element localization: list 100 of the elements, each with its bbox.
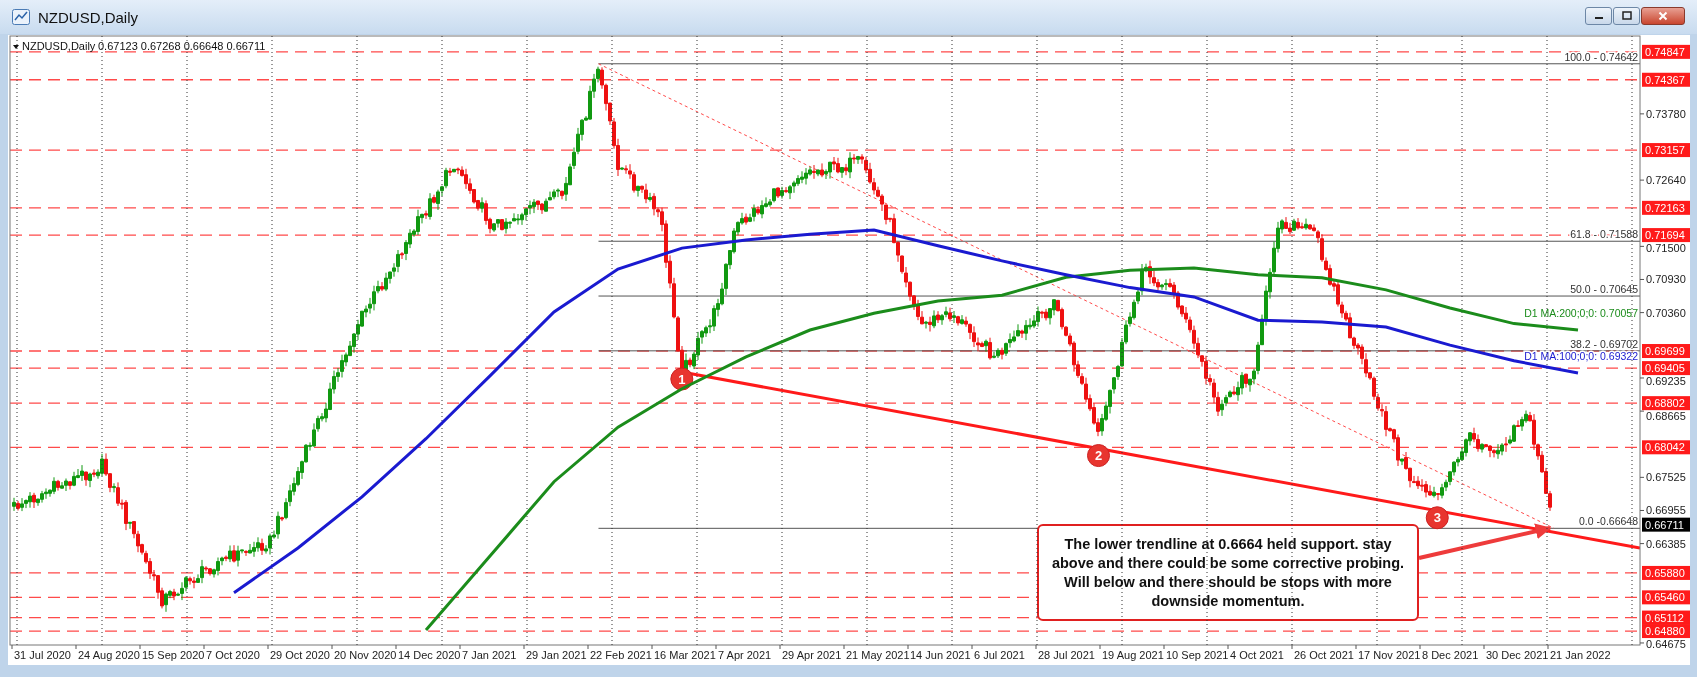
price-level-tag: 0.65460 — [1642, 590, 1690, 605]
axis-tick — [1035, 644, 1037, 650]
date-axis-label: 4 Oct 2021 — [1230, 649, 1284, 661]
price-level-tag: 0.68802 — [1642, 396, 1690, 411]
chart-window-icon — [12, 9, 30, 25]
date-axis-label: 26 Oct 2021 — [1294, 649, 1354, 661]
maximize-icon — [1621, 11, 1632, 21]
axis-tick — [1547, 644, 1549, 650]
axis-tick — [1099, 644, 1101, 650]
axis-tick — [1639, 509, 1645, 511]
axis-tick — [1639, 642, 1645, 644]
axis-tick — [1639, 377, 1645, 379]
price-axis-label: 0.71500 — [1646, 242, 1686, 255]
date-axis-label: 16 Mar 2021 — [654, 649, 716, 661]
axis-tick — [139, 644, 141, 650]
axis-tick — [395, 644, 397, 650]
price-axis-label: 0.70360 — [1646, 306, 1686, 319]
price-level-tag: 0.64880 — [1642, 624, 1690, 639]
date-axis-label: 19 Aug 2021 — [1102, 649, 1164, 661]
price-axis-label: 0.66955 — [1646, 504, 1686, 517]
axis-tick — [843, 644, 845, 650]
date-axis-label: 6 Jul 2021 — [974, 649, 1025, 661]
axis-tick — [1639, 543, 1645, 545]
date-axis-label: 14 Dec 2020 — [398, 649, 461, 661]
price-level-tag: 0.71694 — [1642, 228, 1690, 243]
collapse-triangle-icon[interactable] — [13, 45, 19, 49]
date-axis-label: 10 Sep 2021 — [1166, 649, 1229, 661]
maximize-button[interactable] — [1613, 7, 1640, 25]
axis-tick — [779, 644, 781, 650]
date-axis-label: 24 Aug 2020 — [78, 649, 140, 661]
fibonacci-level-label: 0.0 -0.66648 — [1579, 515, 1638, 528]
axis-tick — [203, 644, 205, 650]
axis-tick — [1483, 644, 1485, 650]
fibonacci-level-label: 38.2 - 0.69702 — [1570, 337, 1638, 350]
moving-average-label: D1 MA:100;0;0: 0.69322 — [1524, 350, 1638, 363]
fibonacci-level-label: 100.0 - 0.74642 — [1564, 50, 1638, 63]
price-level-tag: 0.73157 — [1642, 143, 1690, 158]
trendline-point-marker: 3 — [1425, 506, 1449, 530]
axis-tick — [1639, 245, 1645, 247]
price-level-tag: 0.69405 — [1642, 361, 1690, 376]
price-level-tag: 0.69699 — [1642, 344, 1690, 358]
axis-tick — [523, 644, 525, 650]
axis-tick — [587, 644, 589, 650]
moving-average-label: D1 MA:200;0;0: 0.70057 — [1524, 307, 1638, 320]
price-axis-label: 0.66385 — [1646, 537, 1686, 550]
date-axis-label: 7 Oct 2020 — [206, 649, 260, 661]
axis-tick — [715, 644, 717, 650]
axis-tick — [1639, 312, 1645, 314]
date-axis-label: 17 Nov 2021 — [1358, 649, 1421, 661]
date-axis-label: 21 May 2021 — [846, 649, 910, 661]
date-axis-label: 30 Dec 2021 — [1486, 649, 1549, 661]
axis-tick — [971, 644, 973, 650]
axis-tick — [1639, 279, 1645, 280]
date-axis-label: 22 Feb 2021 — [590, 649, 652, 661]
date-axis-label: 14 Jun 2021 — [910, 649, 971, 661]
axis-tick — [459, 644, 461, 650]
ohlc-values: 0.67123 0.67268 0.66648 0.66711 — [98, 40, 266, 52]
axis-tick — [1639, 179, 1645, 181]
date-axis-label: 28 Jul 2021 — [1038, 649, 1095, 661]
axis-tick — [75, 644, 77, 650]
axis-tick — [651, 644, 653, 650]
axis-tick — [1639, 410, 1645, 412]
close-button[interactable] — [1641, 7, 1685, 25]
price-axis-label: 0.69235 — [1646, 375, 1686, 388]
date-axis-label: 8 Dec 2021 — [1422, 649, 1479, 661]
date-axis-label: 29 Oct 2020 — [270, 649, 330, 661]
price-axis-label: 0.72640 — [1646, 174, 1686, 187]
date-axis-label: 31 Jul 2020 — [14, 649, 71, 661]
date-axis-label: 15 Sep 2020 — [142, 649, 205, 661]
date-axis-label: 7 Apr 2021 — [718, 649, 772, 661]
axis-tick — [11, 644, 13, 650]
price-axis-label: 0.67525 — [1646, 471, 1686, 484]
fibonacci-level-label: 50.0 - 0.70645 — [1570, 283, 1638, 296]
trendline-point-marker: 2 — [1087, 444, 1110, 468]
price-axis-label: 0.64675 — [1646, 638, 1686, 651]
close-icon — [1658, 11, 1668, 21]
window-title: NZDUSD,Daily — [38, 8, 138, 26]
price-axis-label: 0.70930 — [1646, 273, 1686, 286]
axis-tick — [1355, 644, 1357, 650]
axis-tick — [1227, 644, 1229, 650]
date-axis-label: 7 Jan 2021 — [462, 649, 517, 661]
axis-tick — [907, 644, 909, 650]
date-axis-label: 29 Jan 2021 — [526, 649, 587, 661]
axis-tick — [1419, 644, 1421, 650]
axis-tick — [1163, 644, 1165, 650]
axis-tick — [331, 644, 333, 650]
minimize-button[interactable] — [1585, 7, 1612, 25]
chart-symbol-label: NZDUSD,Daily — [22, 40, 96, 52]
date-axis-label: 21 Jan 2022 — [1550, 649, 1611, 661]
axis-tick — [1639, 113, 1645, 115]
annotation-callout: The lower trendline at 0.6664 held support. stay above and there could be some corrective probing. Will below and there should be stops with more downside momentum. — [1037, 524, 1419, 621]
date-axis-label: 29 Apr 2021 — [782, 649, 842, 661]
axis-tick — [1291, 644, 1293, 650]
date-axis-label: 20 Nov 2020 — [334, 649, 397, 661]
price-axis-label: 0.68665 — [1646, 410, 1686, 423]
price-axis-label: 0.73780 — [1646, 107, 1686, 120]
axis-tick — [267, 644, 269, 650]
price-level-tag: 0.68042 — [1642, 440, 1690, 455]
trendline-point-marker: 1 — [670, 367, 694, 391]
axis-tick — [1639, 476, 1645, 478]
